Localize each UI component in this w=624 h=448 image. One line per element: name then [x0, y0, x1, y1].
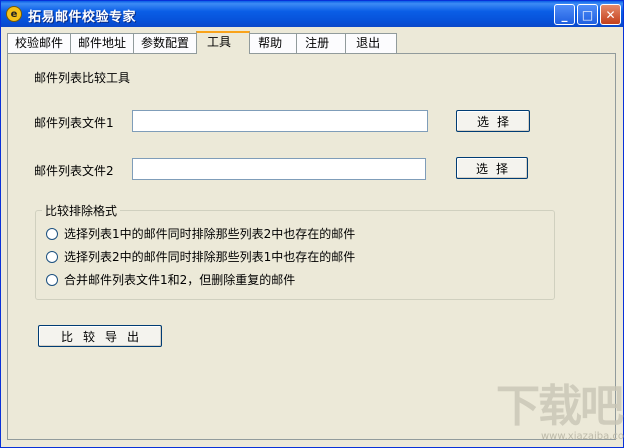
maximize-button[interactable]: □	[577, 4, 598, 25]
file2-input[interactable]	[132, 158, 426, 180]
tab-bar: 校验邮件 邮件地址 参数配置 工具 帮助 注册 退出	[7, 31, 398, 54]
window-title: 拓易邮件校验专家	[28, 10, 137, 25]
file2-select-button[interactable]: 选择	[456, 157, 528, 179]
radio-button[interactable]	[46, 250, 58, 263]
compare-export-button[interactable]: 比较导出	[38, 325, 162, 347]
file1-input[interactable]	[132, 110, 428, 132]
tab-parameters[interactable]: 参数配置	[133, 33, 198, 53]
minimize-button[interactable]: _	[554, 4, 575, 25]
option-label: 合并邮件列表文件1和2，但删除重复的邮件	[64, 273, 296, 287]
file2-label: 邮件列表文件2	[34, 164, 114, 178]
option-label: 选择列表2中的邮件同时排除那些列表1中也存在的邮件	[64, 250, 356, 264]
radio-button[interactable]	[46, 273, 58, 286]
tab-tools[interactable]: 工具	[196, 31, 251, 54]
file1-select-button[interactable]: 选择	[456, 110, 530, 132]
section-title: 邮件列表比较工具	[34, 71, 131, 85]
file1-label: 邮件列表文件1	[34, 116, 114, 130]
app-window: e 拓易邮件校验专家 _ □ ✕ 校验邮件 邮件地址 参数配置 工具 帮助 注册…	[0, 0, 624, 448]
tab-verify-mail[interactable]: 校验邮件	[7, 33, 72, 53]
option-list1-minus-list2[interactable]: 选择列表1中的邮件同时排除那些列表2中也存在的邮件	[46, 225, 355, 242]
option-label: 选择列表1中的邮件同时排除那些列表2中也存在的邮件	[64, 227, 356, 241]
tab-exit[interactable]: 退出	[345, 33, 398, 53]
option-merge-dedupe[interactable]: 合并邮件列表文件1和2，但删除重复的邮件	[46, 271, 295, 288]
title-bar[interactable]: e 拓易邮件校验专家 _ □ ✕	[1, 1, 623, 27]
tab-register[interactable]: 注册	[296, 33, 347, 53]
tab-mail-address[interactable]: 邮件地址	[70, 33, 135, 53]
option-list2-minus-list1[interactable]: 选择列表2中的邮件同时排除那些列表1中也存在的邮件	[46, 248, 355, 265]
app-icon: e	[6, 6, 22, 22]
group-legend: 比较排除格式	[42, 202, 121, 219]
radio-button[interactable]	[46, 227, 58, 240]
watermark-url: www.xiazaiba.com	[541, 431, 624, 442]
exclude-format-group: 比较排除格式 选择列表1中的邮件同时排除那些列表2中也存在的邮件 选择列表2中的…	[35, 202, 555, 300]
close-button[interactable]: ✕	[600, 4, 621, 25]
tab-help[interactable]: 帮助	[249, 33, 298, 53]
